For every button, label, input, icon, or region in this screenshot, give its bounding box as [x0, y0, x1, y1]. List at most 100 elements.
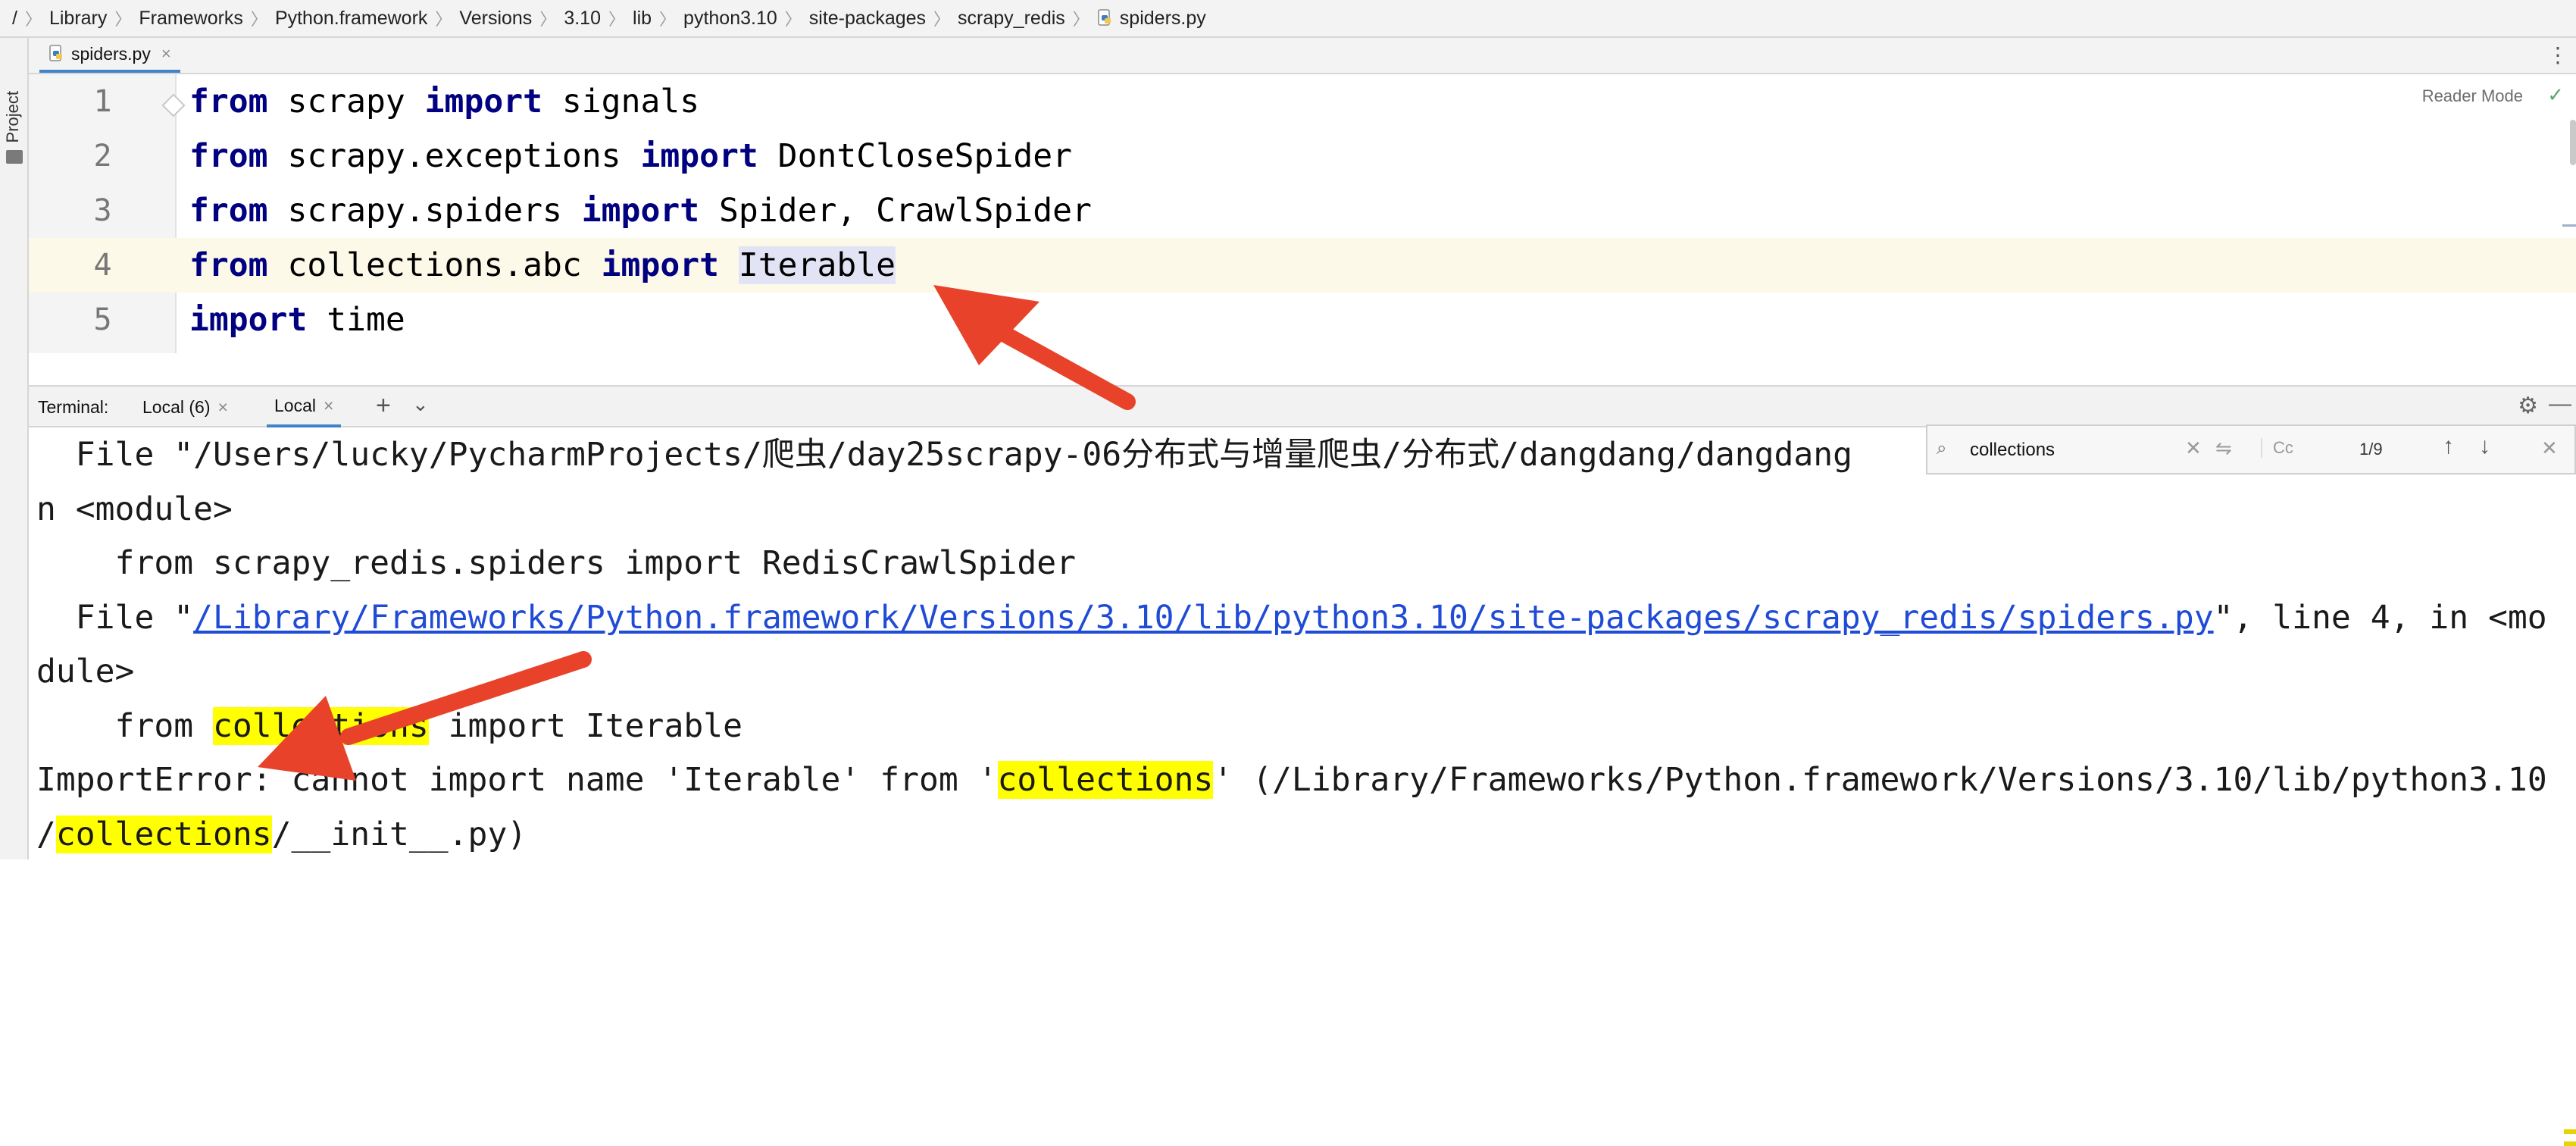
code-token: time [307, 301, 405, 339]
breadcrumb-item[interactable]: Frameworks [139, 8, 243, 30]
breadcrumb-item[interactable]: Python.framework [275, 8, 427, 30]
terminal-line: from scrapy_redis.spiders import RedisCr… [36, 536, 1077, 590]
breadcrumb-item[interactable]: Library [49, 8, 107, 30]
match-count: 1/9 [2359, 440, 2383, 459]
project-tool-button[interactable]: Project [3, 91, 23, 142]
terminal-search-bar[interactable]: ⌕ collections ✕ ⇋ Cc 1/9 ↑ ↓ ✕ [1926, 424, 2576, 474]
code-token: scrapy.spiders [267, 192, 582, 230]
search-input[interactable]: collections [1970, 440, 2055, 461]
close-icon[interactable]: × [217, 397, 227, 418]
previous-match-icon[interactable]: ↑ [2443, 434, 2454, 459]
code-keyword: from [189, 246, 268, 284]
add-terminal-icon[interactable]: + [376, 391, 391, 421]
line-number: 3 [93, 193, 112, 228]
terminal-line: n <module> [36, 482, 233, 537]
terminal-line: File "/Users/lucky/PycharmProjects/爬虫/da… [36, 427, 1852, 482]
terminal-text: File "/Users/lucky/PycharmProjects/爬虫/da… [36, 436, 1853, 474]
code-token: collections.abc [267, 246, 602, 284]
close-icon[interactable]: × [161, 44, 171, 64]
file-path-link[interactable]: /Library/Frameworks/Python.framework/Ver… [193, 599, 2213, 637]
code-text[interactable]: from scrapy.spiders import Spider, Crawl… [189, 183, 1092, 238]
terminal-text: from [36, 706, 213, 745]
terminal-tab-local-6[interactable]: Local (6) × [135, 387, 236, 427]
terminal-output[interactable]: File "/Users/lucky/PycharmProjects/爬虫/da… [29, 427, 2576, 1146]
terminal-text: /__init__.py) [271, 815, 527, 853]
breadcrumb-item[interactable]: scrapy_redis [958, 8, 1065, 30]
code-token: DontCloseSpider [758, 137, 1073, 175]
terminal-tab-label: Local (6) [142, 396, 211, 417]
terminal-line: from collections import Iterable [36, 699, 742, 753]
breadcrumb-item[interactable]: lib [633, 8, 652, 30]
next-match-icon[interactable]: ↓ [2479, 434, 2490, 459]
line-number: 5 [93, 302, 112, 337]
breadcrumb: / 〉 Library 〉 Frameworks 〉 Python.framew… [0, 0, 2576, 38]
breadcrumb-item[interactable]: 3.10 [564, 8, 601, 30]
terminal-tab-local[interactable]: Local × [267, 387, 342, 427]
code-keyword: import [581, 192, 700, 230]
terminal-line: ImportError: cannot import name 'Iterabl… [36, 753, 2547, 807]
terminal-text: dule> [36, 653, 135, 690]
code-line[interactable]: 4 from collections.abc import Iterable [29, 238, 2576, 293]
editor-tab-spiders[interactable]: spiders.py × [39, 38, 180, 73]
terminal-header: Terminal: Local (6) × Local × + ⌄ ⚙ — [29, 385, 2576, 427]
match-case-toggle[interactable]: Cc [2261, 438, 2293, 458]
terminal-text: / [36, 815, 56, 853]
close-search-icon[interactable]: ✕ [2541, 437, 2558, 460]
chevron-down-icon[interactable]: ⌄ [412, 393, 429, 416]
terminal-line: dule> [36, 644, 134, 699]
terminal-tab-label: Local [274, 395, 316, 415]
code-line[interactable]: 1 from scrapy import signals [29, 74, 2576, 129]
close-icon[interactable]: × [324, 396, 333, 416]
code-editor[interactable]: 1 from scrapy import signals 2 from scrapy.… [29, 74, 2576, 353]
terminal-text: ", line 4, in <mo [2213, 598, 2547, 637]
code-text[interactable]: import time [189, 293, 405, 347]
python-file-icon [1098, 9, 1111, 26]
code-token: scrapy.exceptions [267, 137, 641, 175]
terminal-label: Terminal: [38, 397, 109, 417]
gear-icon[interactable]: ⚙ [2518, 393, 2538, 419]
code-keyword: from [189, 83, 268, 121]
code-text[interactable]: from scrapy import signals [189, 74, 699, 129]
terminal-text: File " [36, 598, 194, 637]
search-history-icon[interactable]: ⇋ [2215, 437, 2232, 460]
code-line[interactable]: 2 from scrapy.exceptions import DontClose… [29, 129, 2576, 183]
code-token: scrapy [267, 83, 425, 121]
minimize-icon[interactable]: — [2549, 391, 2571, 417]
code-keyword: import [640, 137, 758, 175]
breadcrumb-file[interactable]: spiders.py [1097, 8, 1206, 30]
left-tool-strip: Project [0, 38, 29, 860]
code-text[interactable]: from collections.abc import Iterable [189, 238, 896, 293]
editor-tab-label: spiders.py [71, 43, 151, 64]
breadcrumb-root[interactable]: / [12, 8, 17, 30]
clear-search-icon[interactable]: ✕ [2185, 437, 2202, 460]
code-line[interactable]: 5 import time [29, 293, 2576, 347]
search-icon[interactable]: ⌕ [1937, 438, 1946, 459]
code-token: signals [542, 83, 700, 121]
code-keyword: import [424, 83, 543, 121]
terminal-line: File "/Library/Frameworks/Python.framewo… [36, 590, 2547, 645]
line-number: 2 [93, 139, 112, 174]
more-vertical-icon[interactable]: ⋮ [2547, 42, 2568, 67]
code-keyword: import [189, 301, 308, 339]
code-highlighted-symbol: Iterable [738, 246, 896, 284]
code-token: Spider, CrawlSpider [699, 192, 1092, 230]
search-match-marker [2564, 1141, 2576, 1146]
python-file-icon [49, 45, 62, 61]
code-text[interactable]: from scrapy.exceptions import DontCloseS… [189, 129, 1072, 183]
search-match-marker [2564, 1129, 2576, 1134]
folder-icon[interactable] [6, 150, 23, 164]
code-line[interactable]: 3 from scrapy.spiders import Spider, Craw… [29, 183, 2576, 238]
terminal-text: ' (/Library/Frameworks/Python.framework/… [1213, 761, 2547, 799]
code-keyword: from [189, 137, 268, 175]
editor-scrollbar[interactable] [2570, 120, 2576, 165]
line-number: 1 [93, 84, 112, 119]
breadcrumb-item[interactable]: site-packages [809, 8, 926, 30]
reader-mode-button[interactable]: Reader Mode [2422, 86, 2523, 106]
terminal-text: from scrapy_redis.spiders import RedisCr… [36, 544, 1077, 582]
terminal-text: n <module> [36, 490, 233, 528]
breadcrumb-item[interactable]: Versions [459, 8, 532, 30]
inspection-ok-icon[interactable]: ✓ [2547, 83, 2564, 107]
breadcrumb-item[interactable]: python3.10 [683, 8, 777, 30]
editor-tab-bar: spiders.py × ⋮ [29, 38, 2576, 74]
